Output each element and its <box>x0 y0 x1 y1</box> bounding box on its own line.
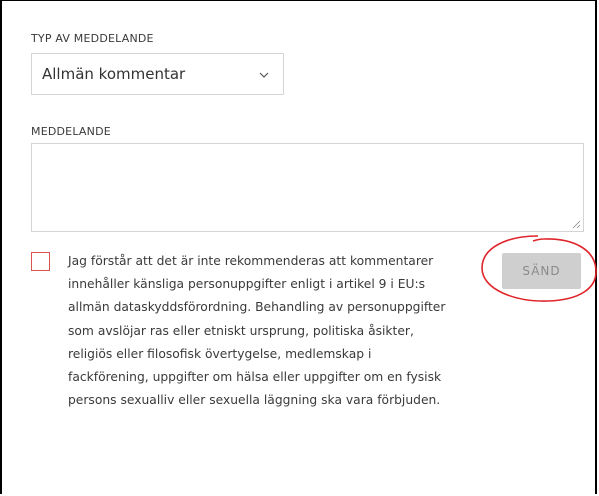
consent-checkbox[interactable] <box>31 252 50 271</box>
chevron-down-icon <box>259 72 269 78</box>
consent-text: Jag förstår att det är inte rekommendera… <box>68 254 446 408</box>
message-textarea[interactable] <box>31 143 584 232</box>
form-frame: TYP AV MEDDELANDE Allmän kommentar MEDDE… <box>0 0 597 494</box>
send-button[interactable]: SÄND <box>502 253 581 289</box>
resize-grip-icon[interactable] <box>572 220 581 229</box>
message-type-label: TYP AV MEDDELANDE <box>31 32 154 45</box>
message-type-select[interactable]: Allmän kommentar <box>31 53 284 95</box>
message-label: MEDDELANDE <box>31 125 111 138</box>
message-type-value: Allmän kommentar <box>42 65 186 83</box>
